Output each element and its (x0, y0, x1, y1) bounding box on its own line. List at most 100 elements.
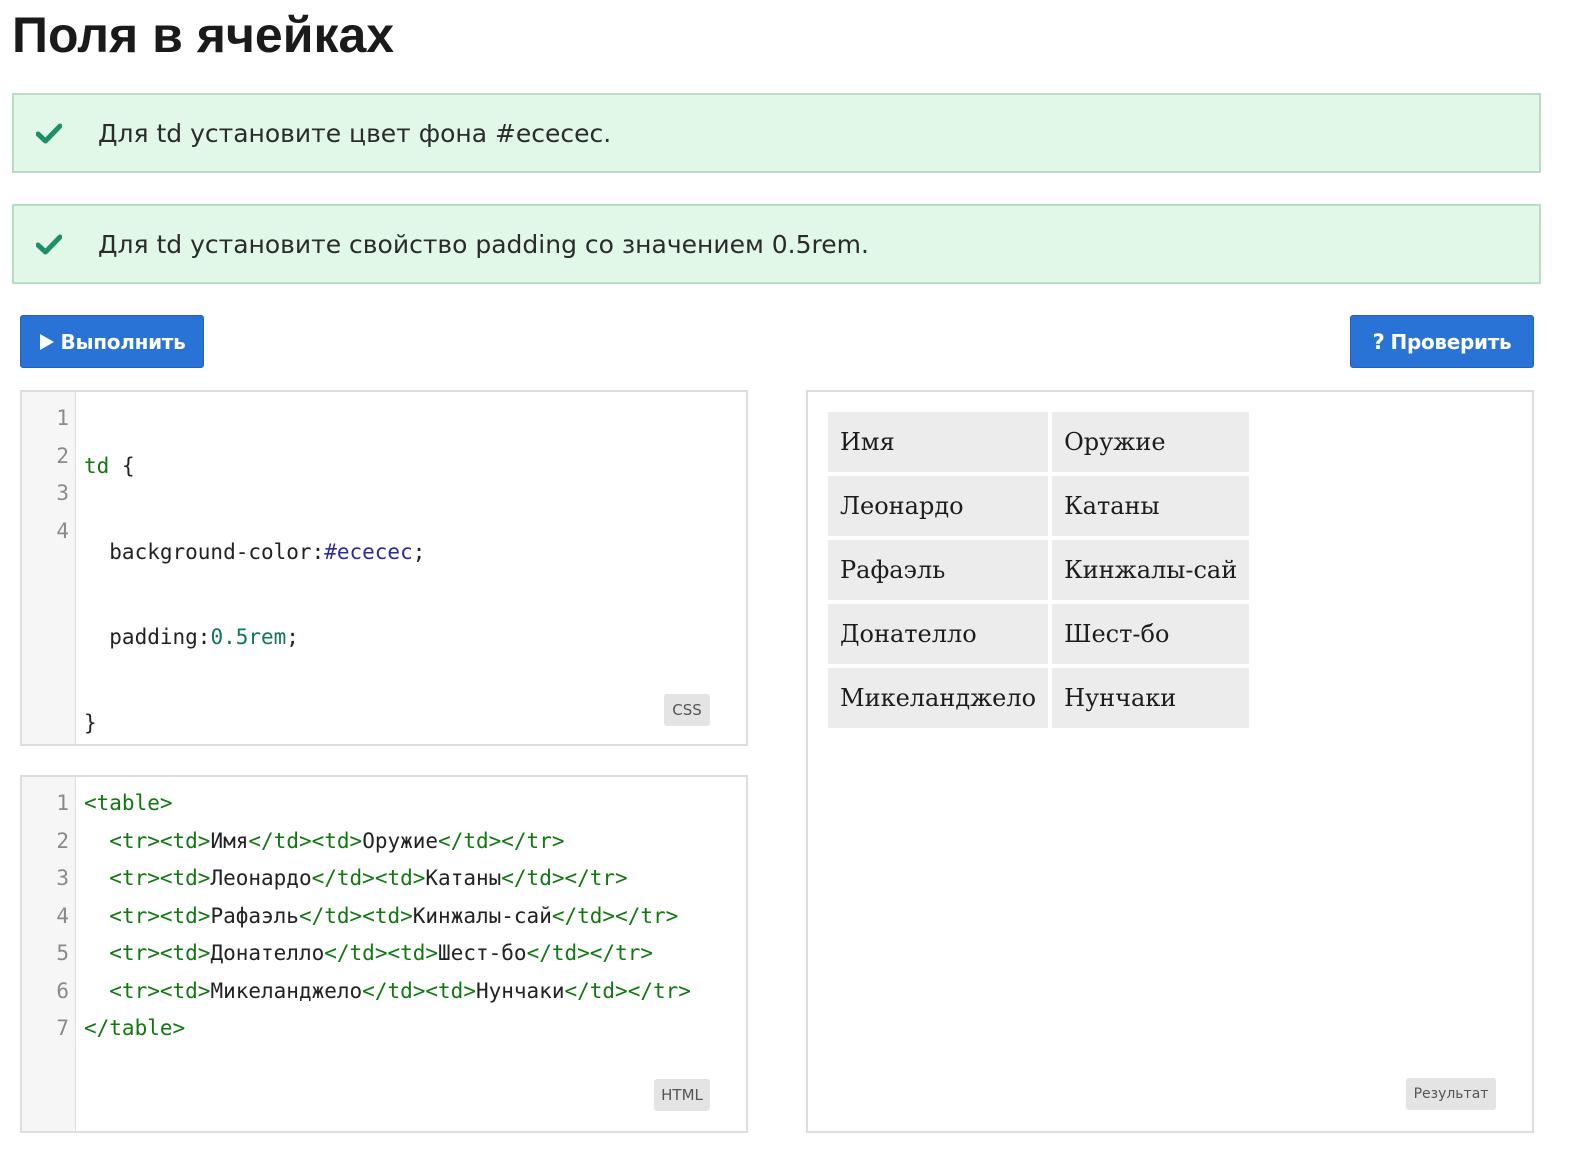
html-tag: </table> (84, 1016, 186, 1040)
css-selector: td (84, 454, 110, 478)
html-cell-text: Микеланджело (210, 978, 363, 1003)
line-number: 6 (56, 978, 69, 1003)
html-tag: </td> (248, 828, 312, 853)
html-cell-text: Оружие (362, 828, 439, 853)
task-item-padding: Для td установите свойство padding со зн… (12, 204, 1541, 284)
html-tag: <td> (362, 903, 413, 928)
html-tag: </tr> (615, 903, 679, 928)
check-button-label: Проверить (1390, 329, 1512, 354)
result-badge: Результат (1406, 1078, 1496, 1110)
html-tag: <tr> (109, 828, 160, 853)
html-tag: <tr> (109, 903, 160, 928)
html-tag: <tr> (109, 978, 160, 1003)
table-cell: Имя (828, 412, 1049, 472)
line-number: 4 (56, 518, 69, 543)
html-cell-text: Рафаэль (210, 903, 299, 928)
question-icon: ? (1372, 329, 1385, 354)
table-cell: Шест-бо (1052, 604, 1250, 664)
html-tag: </td> (501, 866, 565, 890)
check-button[interactable]: ? Проверить (1350, 315, 1534, 368)
code-line: background-color:#ececec; (84, 534, 746, 572)
html-tag: <td> (159, 828, 211, 853)
html-tag: <td> (374, 866, 426, 890)
html-line-numbers: 1 2 3 4 5 6 7 (22, 777, 76, 1131)
html-tag: <td> (159, 903, 211, 928)
code-line: padding:0.5rem; (84, 619, 746, 657)
table-cell: Леонардо (828, 476, 1049, 536)
html-cell-text: Имя (210, 828, 249, 853)
run-button[interactable]: Выполнить (20, 315, 204, 368)
code-line: </table> (84, 1010, 746, 1048)
css-property: background-color: (84, 539, 325, 564)
html-cell-text: Шест-бо (438, 941, 527, 965)
task-item-background: Для td установите цвет фона #ececec. (12, 93, 1541, 173)
table-row: Имя Оружие (828, 412, 1250, 472)
css-code-area[interactable]: td { background-color:#ececec; padding:0… (76, 392, 746, 744)
table-cell: Рафаэль (828, 540, 1049, 600)
css-editor[interactable]: 1 2 3 4 td { background-color:#ececec; p… (20, 390, 748, 746)
task-text: Для td установите свойство padding со зн… (98, 229, 869, 259)
css-semicolon: ; (412, 539, 426, 564)
checkmark-icon (34, 233, 64, 255)
result-table: Имя Оружие Леонардо Катаны Рафаэль Кинжалы-са… (824, 408, 1253, 732)
html-code-area[interactable]: <table> <tr><td>Имя</td><td>Оружие</td><… (76, 777, 746, 1131)
html-tag: <td> (311, 828, 363, 853)
html-tag: </tr> (564, 866, 628, 890)
code-line: <tr><td>Имя</td><td>Оружие</td></tr> (84, 823, 746, 861)
table-cell: Оружие (1052, 412, 1250, 472)
css-value: #ececec (324, 539, 413, 564)
html-cell-text: Катаны (425, 866, 502, 890)
html-editor[interactable]: 1234567 <table> <tr><td>Имя</td><td>Оруж… (20, 775, 748, 1133)
html-tag: </tr> (589, 941, 653, 965)
table-row: Донателло Шест-бо (828, 604, 1250, 664)
line-number: 5 (56, 941, 69, 965)
line-number: 7 (56, 1016, 69, 1040)
table-cell: Донателло (828, 604, 1049, 664)
table-cell: Нунчаки (1052, 668, 1250, 728)
html-tag: <table> (84, 791, 173, 815)
code-line: } (84, 705, 746, 743)
html-tag: <td> (425, 978, 476, 1003)
html-language-badge: HTML (654, 1079, 710, 1111)
html-cell-text: Нунчаки (475, 978, 565, 1003)
html-tag: </td> (298, 903, 363, 928)
table-cell: Катаны (1052, 476, 1250, 536)
line-number: 3 (56, 866, 69, 890)
line-number: 4 (56, 903, 69, 928)
line-number: 1 (56, 406, 69, 430)
code-line: <tr><td>Рафаэль</td><td>Кинжалы-сай</td>… (84, 898, 746, 936)
code-line: <tr><td>Леонардо</td><td>Катаны</td></tr… (84, 860, 746, 898)
css-language-badge: CSS (664, 694, 710, 726)
html-cell-text: Леонардо (210, 866, 312, 890)
html-tag: <td> (159, 941, 211, 965)
html-tag: <tr> (109, 866, 160, 890)
css-brace: } (84, 710, 97, 735)
css-line-numbers: 1 2 3 4 (22, 392, 76, 744)
css-value: 0.5rem (210, 625, 287, 649)
css-property: padding: (84, 625, 211, 649)
html-tag: </td> (362, 978, 426, 1003)
task-text: Для td установите цвет фона #ececec. (98, 118, 612, 148)
page-title: Поля в ячейках (12, 7, 395, 63)
line-number: 1 (56, 791, 69, 815)
code-line: <table> (84, 785, 746, 823)
line-number: 2 (56, 828, 69, 853)
html-tag: </tr> (501, 828, 565, 853)
html-tag: <td> (159, 978, 211, 1003)
css-semicolon: ; (286, 625, 299, 649)
run-button-label: Выполнить (60, 329, 186, 354)
html-tag: <td> (159, 866, 211, 890)
play-icon (39, 333, 55, 351)
code-line: <tr><td>Микеланджело</td><td>Нунчаки</td… (84, 973, 746, 1011)
html-tag: </td> (551, 903, 616, 928)
html-tag: </td> (438, 828, 502, 853)
html-tag: </td> (311, 866, 375, 890)
result-panel: Имя Оружие Леонардо Катаны Рафаэль Кинжалы-са… (806, 390, 1534, 1133)
table-cell: Микеланджело (828, 668, 1049, 728)
css-brace: { (109, 454, 135, 478)
